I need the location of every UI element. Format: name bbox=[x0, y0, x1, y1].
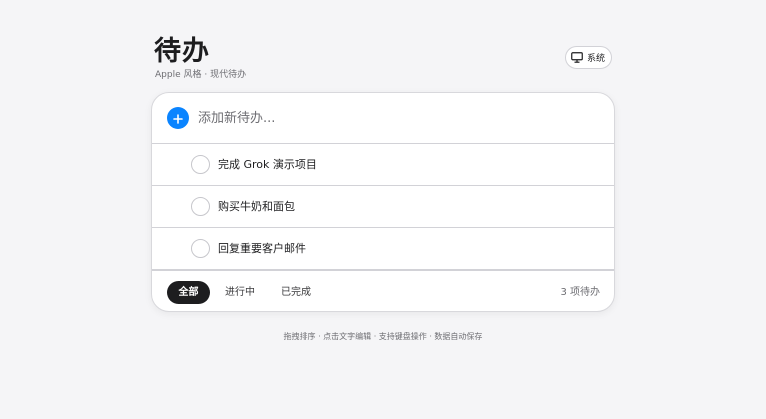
filter-completed[interactable]: 已完成 bbox=[273, 281, 319, 304]
todo-text[interactable]: 完成 Grok 演示项目 bbox=[218, 157, 317, 173]
filter-all[interactable]: 全部 bbox=[167, 281, 210, 304]
theme-toggle-label: 系统 bbox=[586, 54, 605, 64]
add-todo-button[interactable] bbox=[167, 107, 189, 129]
todo-app: 待办 Apple 风格 · 现代待办 系统 添加新待办... 完成 Grok 演… bbox=[0, 0, 766, 419]
page-title: 待办 bbox=[154, 36, 210, 67]
todo-footer: 全部 进行中 已完成 3 项待办 bbox=[152, 270, 614, 311]
header: 待办 Apple 风格 · 现代待办 系统 bbox=[154, 36, 614, 86]
todo-checkbox[interactable] bbox=[191, 239, 210, 258]
add-todo-row bbox=[152, 93, 614, 144]
page-subtitle: Apple 风格 · 现代待办 bbox=[155, 70, 247, 80]
todo-item[interactable]: 完成 Grok 演示项目 bbox=[152, 144, 614, 186]
todo-checkbox[interactable] bbox=[191, 155, 210, 174]
todo-text[interactable]: 购买牛奶和面包 bbox=[218, 199, 295, 215]
todo-item[interactable]: 回复重要客户邮件 bbox=[152, 228, 614, 270]
filter-active[interactable]: 进行中 bbox=[218, 281, 262, 304]
plus-icon bbox=[173, 109, 183, 128]
todo-card: 完成 Grok 演示项目 购买牛奶和面包 回复重要客户邮件 全部 进行中 已完成… bbox=[151, 92, 615, 312]
usage-hint: 拖拽排序 · 点击文字编辑 · 支持键盘操作 · 数据自动保存 bbox=[283, 332, 483, 341]
todo-item[interactable]: 购买牛奶和面包 bbox=[152, 186, 614, 228]
add-todo-input[interactable] bbox=[198, 107, 578, 129]
monitor-icon bbox=[571, 52, 583, 63]
theme-toggle-button[interactable]: 系统 bbox=[564, 46, 612, 69]
todo-text[interactable]: 回复重要客户邮件 bbox=[218, 241, 306, 257]
todo-checkbox[interactable] bbox=[191, 197, 210, 216]
todo-count: 3 项待办 bbox=[560, 287, 600, 298]
